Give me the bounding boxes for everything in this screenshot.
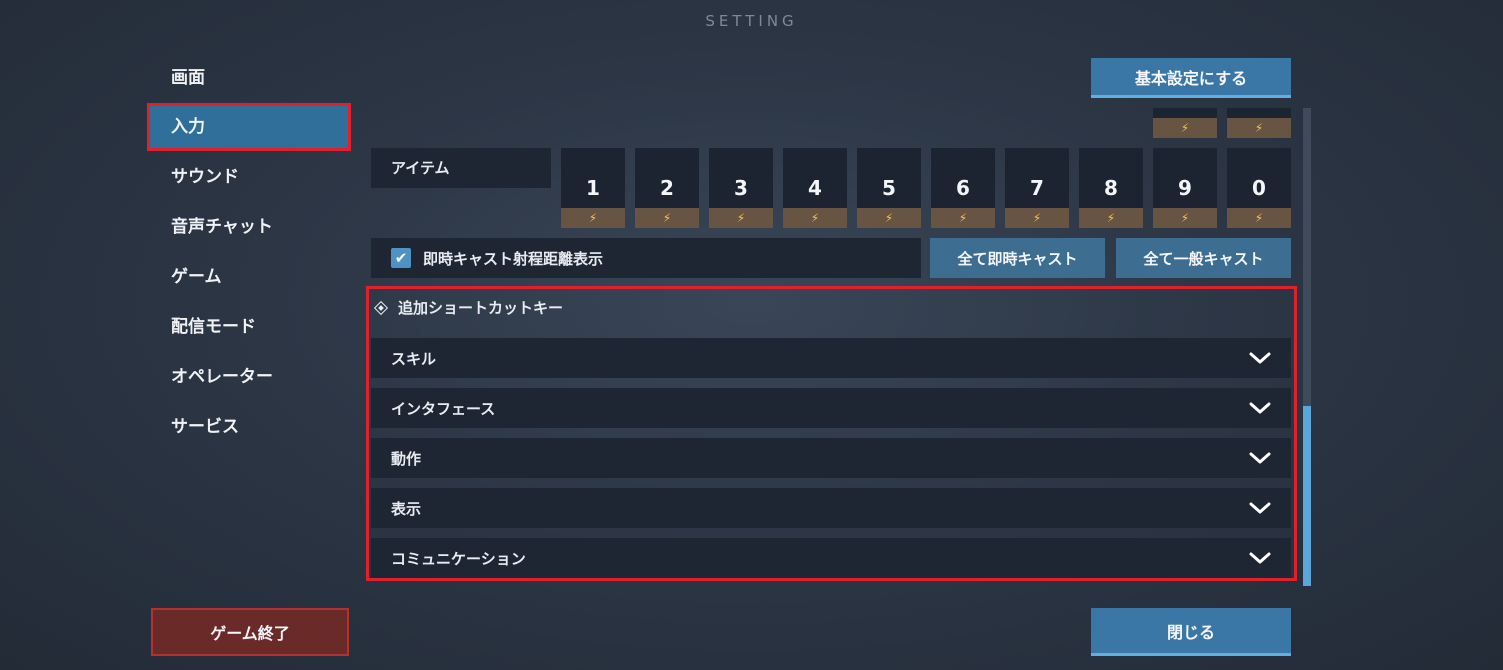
lightning-icon: ⚡ <box>1005 208 1069 228</box>
page-title: SETTING <box>705 12 798 30</box>
diamond-icon <box>373 300 389 316</box>
sidebar-item-streaming-mode[interactable]: 配信モード <box>150 306 348 348</box>
accordion-label: コミュニケーション <box>391 549 526 568</box>
sidebar-item-screen[interactable]: 画面 <box>150 57 348 99</box>
lightning-icon: ⚡ <box>857 208 921 228</box>
extra-key-slot[interactable]: ⚡ <box>1153 108 1217 138</box>
chevron-down-icon <box>1249 552 1271 564</box>
sidebar-item-voice-chat[interactable]: 音声チャット <box>150 206 348 248</box>
accordion-action[interactable]: 動作 <box>371 438 1291 478</box>
item-key-0[interactable]: 0 ⚡ <box>1227 148 1291 228</box>
item-key-8[interactable]: 8 ⚡ <box>1079 148 1143 228</box>
close-button[interactable]: 閉じる <box>1091 608 1291 656</box>
item-key-3[interactable]: 3 ⚡ <box>709 148 773 228</box>
accordion-label: 表示 <box>391 499 422 518</box>
item-key-9[interactable]: 9 ⚡ <box>1153 148 1217 228</box>
sidebar-item-game[interactable]: ゲーム <box>150 256 348 298</box>
reset-defaults-button[interactable]: 基本設定にする <box>1091 58 1291 98</box>
lightning-icon: ⚡ <box>1153 208 1217 228</box>
item-key-6[interactable]: 6 ⚡ <box>931 148 995 228</box>
shortcut-section-highlight <box>366 286 1297 581</box>
exit-game-button[interactable]: ゲーム終了 <box>151 608 349 656</box>
sidebar-item-service[interactable]: サービス <box>150 406 348 448</box>
lightning-icon: ⚡ <box>709 208 773 228</box>
checkmark-icon: ✔ <box>394 249 408 267</box>
sidebar-item-input[interactable]: 入力 <box>147 103 351 151</box>
accordion-skill[interactable]: スキル <box>371 338 1291 378</box>
accordion-label: 動作 <box>391 449 422 468</box>
lightning-icon: ⚡ <box>1079 208 1143 228</box>
chevron-down-icon <box>1249 502 1271 514</box>
accordion-label: インタフェース <box>391 399 496 418</box>
instant-cast-range-checkbox[interactable]: ✔ <box>391 248 411 268</box>
item-key-2[interactable]: 2 ⚡ <box>635 148 699 228</box>
lightning-icon: ⚡ <box>561 208 625 228</box>
item-row-label: アイテム <box>371 148 551 188</box>
sidebar-item-sound[interactable]: サウンド <box>150 156 348 198</box>
shortcut-section-title: 追加ショートカットキー <box>372 296 563 320</box>
accordion-communication[interactable]: コミュニケーション <box>371 538 1291 578</box>
extra-key-slot[interactable]: ⚡ <box>1227 108 1291 138</box>
item-key-7[interactable]: 7 ⚡ <box>1005 148 1069 228</box>
all-normal-cast-button[interactable]: 全て一般キャスト <box>1116 238 1291 278</box>
item-key-5[interactable]: 5 ⚡ <box>857 148 921 228</box>
chevron-down-icon <box>1249 352 1271 364</box>
lightning-icon: ⚡ <box>635 208 699 228</box>
chevron-down-icon <box>1249 402 1271 414</box>
all-instant-cast-button[interactable]: 全て即時キャスト <box>930 238 1105 278</box>
chevron-down-icon <box>1249 452 1271 464</box>
lightning-icon: ⚡ <box>783 208 847 228</box>
lightning-icon: ⚡ <box>1153 118 1217 138</box>
scrollbar-thumb[interactable] <box>1303 406 1311 586</box>
lightning-icon: ⚡ <box>931 208 995 228</box>
lightning-icon: ⚡ <box>1227 208 1291 228</box>
item-key-4[interactable]: 4 ⚡ <box>783 148 847 228</box>
accordion-display[interactable]: 表示 <box>371 488 1291 528</box>
lightning-icon: ⚡ <box>1227 118 1291 138</box>
instant-cast-range-row[interactable]: ✔ 即時キャスト射程距離表示 <box>371 238 921 278</box>
accordion-label: スキル <box>391 349 437 368</box>
accordion-interface[interactable]: インタフェース <box>371 388 1291 428</box>
sidebar-item-operator[interactable]: オペレーター <box>150 356 348 398</box>
instant-cast-range-label: 即時キャスト射程距離表示 <box>423 249 604 268</box>
item-key-1[interactable]: 1 ⚡ <box>561 148 625 228</box>
